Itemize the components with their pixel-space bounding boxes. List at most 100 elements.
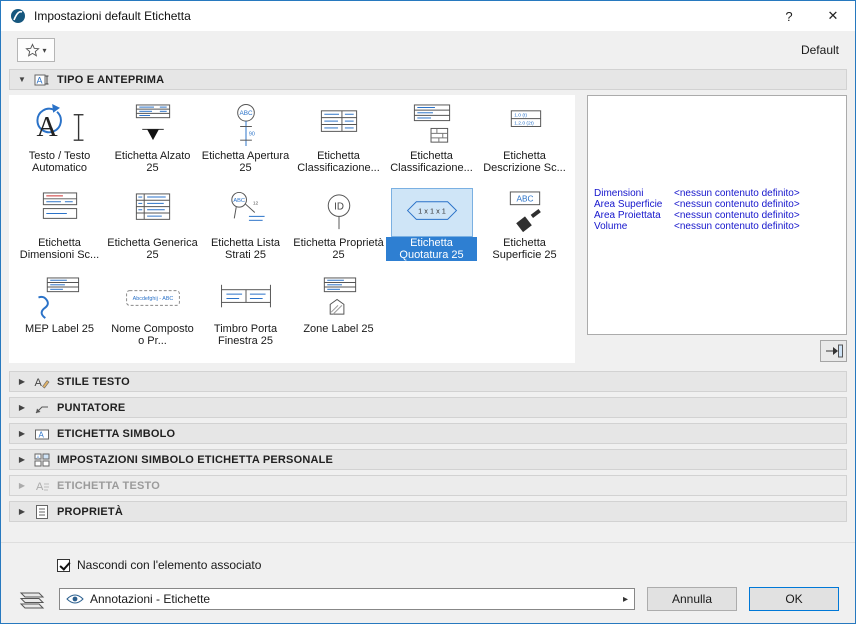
topbar: ▾ Default [1,31,855,69]
svg-text:A: A [36,481,44,493]
preview-field-value: <nessun contenuto definito> [674,199,800,210]
label-type-item[interactable]: Zone Label 25 [292,272,385,359]
bottom-area: Nascondi con l'elemento associato Annota… [1,542,855,623]
chevron-right-icon: ▶ [17,377,27,386]
ok-button[interactable]: OK [749,587,839,611]
label-type-item[interactable]: Etichetta Classificazione... [385,99,478,186]
label-type-item[interactable]: Etichetta Classificazione... [292,99,385,186]
section-header-stile-testo[interactable]: ▶ A STILE TESTO [9,371,847,392]
favorites-button[interactable]: ▾ [17,38,55,62]
etichetta-testo-icon: A [34,478,50,494]
alzato-icon [113,102,193,149]
footer: Annotazioni - Etichette ▸ Annulla OK [1,575,855,611]
proprieta-icon [34,504,50,520]
preview-row: Volume <nessun contenuto definito> [594,221,842,232]
preview-row: Area Superficie <nessun contenuto defini… [594,199,842,210]
label-type-item[interactable]: Abcdefghij - ABC Nome Composto o Pr... [106,272,199,359]
chevron-right-icon: ▶ [17,429,27,438]
mep-icon [20,275,100,322]
label-type-item[interactable]: MEP Label 25 [13,272,106,359]
preview-column: Dimensioni <nessun contenuto definito> A… [575,95,847,363]
zone-icon [299,275,379,322]
label-type-item[interactable]: Etichetta Generica 25 [106,186,199,273]
label-type-item[interactable]: ABC90 Etichetta Apertura 25 [199,99,292,186]
label-type-item[interactable]: ABC Etichetta Superficie 25 [478,186,571,273]
svg-text:90: 90 [248,131,254,137]
section-header-proprieta[interactable]: ▶ PROPRIETÀ [9,501,847,522]
section-header-impostazioni-simbolo[interactable]: ▶ A IMPOSTAZIONI SIMBOLO ETICHETTA PERSO… [9,449,847,470]
label-type-grid: A Testo / Testo Automatico Etichetta Alz… [9,95,575,363]
label-type-name: Etichetta Superficie 25 [479,237,570,261]
preview-row: Area Proiettata <nessun contenuto defini… [594,210,842,221]
classificazione-1-icon [299,102,379,149]
titlebar: Impostazioni default Etichetta ? ✕ [1,1,855,31]
section-label: IMPOSTAZIONI SIMBOLO ETICHETTA PERSONALE [57,454,333,466]
preview-panel: Dimensioni <nessun contenuto definito> A… [587,95,847,335]
hide-with-element-checkbox[interactable] [57,559,70,572]
label-type-item[interactable]: A Testo / Testo Automatico [13,99,106,186]
text-auto-icon: A [20,102,100,149]
cancel-button[interactable]: Annulla [647,587,737,611]
section-header-tipo-anteprima[interactable]: ▼ A TIPO E ANTEPRIMA [9,69,847,90]
layer-selector[interactable]: Annotazioni - Etichette ▸ [59,588,635,610]
svg-text:ABC: ABC [516,193,533,203]
label-type-name: Etichetta Proprietà 25 [293,237,384,261]
chevron-right-icon: ▶ [17,481,27,490]
section-label: ETICHETTA TESTO [57,480,160,492]
label-type-name: Etichetta Classificazione... [386,150,477,174]
label-type-name: Etichetta Generica 25 [107,237,198,261]
section-header-etichetta-simbolo[interactable]: ▶ A ETICHETTA SIMBOLO [9,423,847,444]
section-header-etichetta-testo[interactable]: ▶ A ETICHETTA TESTO [9,475,847,496]
preview-field-label: Dimensioni [594,188,674,199]
layer-value: Annotazioni - Etichette [90,592,210,606]
label-type-name: Etichetta Quotatura 25 [386,237,477,261]
preview-field-label: Area Proiettata [594,210,674,221]
chevron-down-icon: ▼ [17,75,27,84]
section-label: PROPRIETÀ [57,506,123,518]
section-label: ETICHETTA SIMBOLO [57,428,175,440]
svg-text:ABC: ABC [233,198,245,204]
label-type-item[interactable]: Etichetta Dimensioni Sc... [13,186,106,273]
chevron-right-icon: ▶ [17,403,27,412]
svg-text:A: A [35,377,43,389]
section-label: PUNTATORE [57,402,125,414]
label-type-name: Testo / Testo Automatico [14,150,105,174]
preview-field-label: Area Superficie [594,199,674,210]
settings-stack-icon[interactable] [17,588,47,610]
close-button[interactable]: ✕ [811,1,855,31]
label-type-item[interactable]: Etichetta Alzato 25 [106,99,199,186]
window-title: Impostazioni default Etichetta [34,9,191,23]
label-type-name: Timbro Porta Finestra 25 [200,323,291,347]
svg-text:12: 12 [252,200,258,206]
section-label: STILE TESTO [57,376,130,388]
label-type-name: Etichetta Lista Strati 25 [200,237,291,261]
star-icon [25,43,40,58]
classificazione-2-icon [392,102,472,149]
preview-row: Dimensioni <nessun contenuto definito> [594,188,842,199]
label-type-item[interactable]: ABC 12 Etichetta Lista Strati 25 [199,186,292,273]
preview-field-value: <nessun contenuto definito> [674,210,800,221]
generica-icon [113,189,193,236]
section-header-puntatore[interactable]: ▶ PUNTATORE [9,397,847,418]
label-type-item[interactable]: Timbro Porta Finestra 25 [199,272,292,359]
puntatore-icon [34,400,50,416]
dimensioni-icon [20,189,100,236]
svg-text:1.2.0 (2t): 1.2.0 (2t) [514,121,534,127]
svg-text:A: A [36,111,57,143]
apertura-icon: ABC90 [206,102,286,149]
transfer-settings-button[interactable] [820,340,847,362]
favorites-caret-icon: ▾ [42,46,46,55]
layer-expand-icon[interactable]: ▸ [623,594,628,605]
label-type-item[interactable]: 1 x 1 x 1 Etichetta Quotatura 25 [385,186,478,273]
help-button[interactable]: ? [767,1,811,31]
svg-text:1 x 1 x 1: 1 x 1 x 1 [418,206,446,215]
label-type-item[interactable]: 1.0 (t)1.2.0 (2t) Etichetta Descrizione … [478,99,571,186]
label-type-name: Etichetta Descrizione Sc... [479,150,570,174]
preview-field-value: <nessun contenuto definito> [674,221,800,232]
svg-text:ID: ID [334,201,344,212]
impostazioni-simbolo-icon: A [34,452,50,468]
label-type-item[interactable]: ID Etichetta Proprietà 25 [292,186,385,273]
stile-testo-icon: A [34,374,50,390]
label-type-name: Etichetta Classificazione... [293,150,384,174]
quotatura-icon: 1 x 1 x 1 [392,189,472,236]
